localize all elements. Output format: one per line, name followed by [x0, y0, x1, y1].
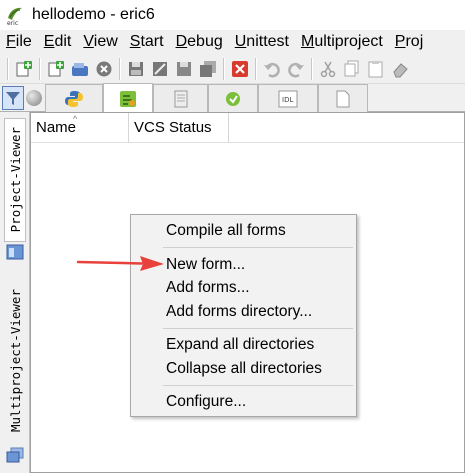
- toolbar: [0, 54, 465, 84]
- menu-start[interactable]: Start: [124, 30, 170, 54]
- copy-icon: [344, 60, 359, 76]
- column-vcs-label: VCS Status: [134, 119, 212, 136]
- menu-multiproject[interactable]: Multiproject: [295, 30, 389, 54]
- undo-button[interactable]: [261, 58, 283, 80]
- eraser-icon: [393, 62, 408, 77]
- toolbar-separator: [119, 57, 121, 80]
- toolbar-separator: [223, 57, 225, 80]
- close-circle-icon: [96, 61, 112, 76]
- tab-interfaces[interactable]: IDL: [258, 84, 318, 112]
- project-viewer-icon[interactable]: [6, 244, 24, 260]
- open-project-button[interactable]: [69, 58, 91, 80]
- eric-logo-icon: eric: [4, 4, 26, 27]
- column-vcs-header[interactable]: VCS Status: [129, 113, 229, 143]
- title-bar: eric hellodemo - eric6: [0, 0, 465, 30]
- menu-edit[interactable]: Edit: [38, 30, 78, 54]
- save-copy-button[interactable]: [173, 58, 195, 80]
- redo-icon: [288, 62, 304, 77]
- tab-sources[interactable]: [45, 84, 103, 112]
- open-project-icon: [72, 62, 88, 76]
- menu-view[interactable]: View: [77, 30, 123, 54]
- context-menu: Compile all forms New form... Add forms.…: [130, 214, 357, 417]
- column-header: ^ Name VCS Status: [31, 113, 464, 143]
- save-button[interactable]: [125, 58, 147, 80]
- new-file-button[interactable]: [13, 58, 35, 80]
- save-icon: [129, 61, 143, 76]
- python-icon: [65, 90, 83, 107]
- scissors-icon: [320, 61, 336, 77]
- left-sidebar: Project-Viewer Multiproject-Viewer: [0, 112, 30, 473]
- resources-icon: [226, 91, 240, 106]
- menu-separator: [163, 247, 353, 248]
- menu-item-add-forms-directory[interactable]: Add forms directory...: [166, 303, 312, 321]
- menu-item-collapse-all-directories[interactable]: Collapse all directories: [166, 360, 322, 378]
- menu-item-new-form[interactable]: New form...: [166, 256, 245, 274]
- paste-icon: [368, 60, 383, 77]
- menu-file[interactable]: File: [0, 30, 38, 54]
- project-browser-tabs: IDL: [0, 83, 465, 113]
- filter-button[interactable]: [2, 86, 24, 110]
- menu-separator: [163, 328, 353, 329]
- toolbar-separator: [311, 57, 313, 80]
- menu-item-configure[interactable]: Configure...: [166, 393, 246, 411]
- forms-designer-icon: [120, 90, 136, 107]
- status-ball-icon[interactable]: [26, 90, 42, 106]
- toolbar-separator: [7, 57, 9, 80]
- tab-translations[interactable]: [153, 84, 208, 112]
- column-name-label: Name: [36, 119, 77, 136]
- filter-icon: [6, 92, 20, 105]
- save-all-icon: [200, 60, 216, 77]
- tab-resources[interactable]: [208, 84, 258, 112]
- toolbar-separator: [255, 57, 257, 80]
- save-as-button[interactable]: [149, 58, 171, 80]
- new-file-icon: [16, 60, 32, 76]
- menu-item-add-forms[interactable]: Add forms...: [166, 279, 250, 297]
- copy-button[interactable]: [341, 58, 363, 80]
- new-project-icon: [48, 60, 64, 76]
- tab-project-viewer[interactable]: Project-Viewer: [4, 118, 26, 242]
- menu-bar: File Edit View Start Debug Unittest Mult…: [0, 30, 465, 54]
- save-all-button[interactable]: [197, 58, 219, 80]
- menu-item-expand-all-directories[interactable]: Expand all directories: [166, 336, 314, 354]
- close-project-button[interactable]: [93, 58, 115, 80]
- svg-text:IDL: IDL: [282, 96, 293, 104]
- project-viewer-label: Project-Viewer: [7, 127, 23, 233]
- tab-forms[interactable]: [103, 83, 153, 113]
- document-lines-icon: [174, 90, 187, 107]
- idl-icon: IDL: [278, 90, 298, 107]
- multiproject-viewer-icon[interactable]: [6, 447, 24, 463]
- menu-debug[interactable]: Debug: [170, 30, 229, 54]
- save-copy-icon: [177, 61, 191, 76]
- menu-item-compile-all-forms[interactable]: Compile all forms: [166, 222, 286, 240]
- close-red-icon: [232, 60, 248, 77]
- window-title: hellodemo - eric6: [32, 6, 155, 23]
- paste-button[interactable]: [365, 58, 387, 80]
- blank-document-icon: [336, 90, 350, 107]
- clear-button[interactable]: [389, 58, 411, 80]
- redo-button[interactable]: [285, 58, 307, 80]
- tab-others[interactable]: [318, 84, 368, 112]
- save-as-icon: [153, 61, 167, 76]
- multiproject-viewer-label: Multiproject-Viewer: [7, 288, 23, 432]
- menu-separator: [163, 385, 353, 386]
- svg-text:eric: eric: [7, 20, 18, 26]
- new-project-button[interactable]: [45, 58, 67, 80]
- close-window-button[interactable]: [229, 58, 251, 80]
- cut-button[interactable]: [317, 58, 339, 80]
- tab-multiproject-viewer[interactable]: Multiproject-Viewer: [4, 280, 26, 440]
- undo-icon: [264, 62, 280, 77]
- sort-ascending-icon: ^: [73, 114, 78, 124]
- column-name-header[interactable]: ^ Name: [31, 113, 129, 143]
- toolbar-separator: [39, 57, 41, 80]
- menu-project[interactable]: Proj: [389, 30, 429, 54]
- menu-unittest[interactable]: Unittest: [229, 30, 295, 54]
